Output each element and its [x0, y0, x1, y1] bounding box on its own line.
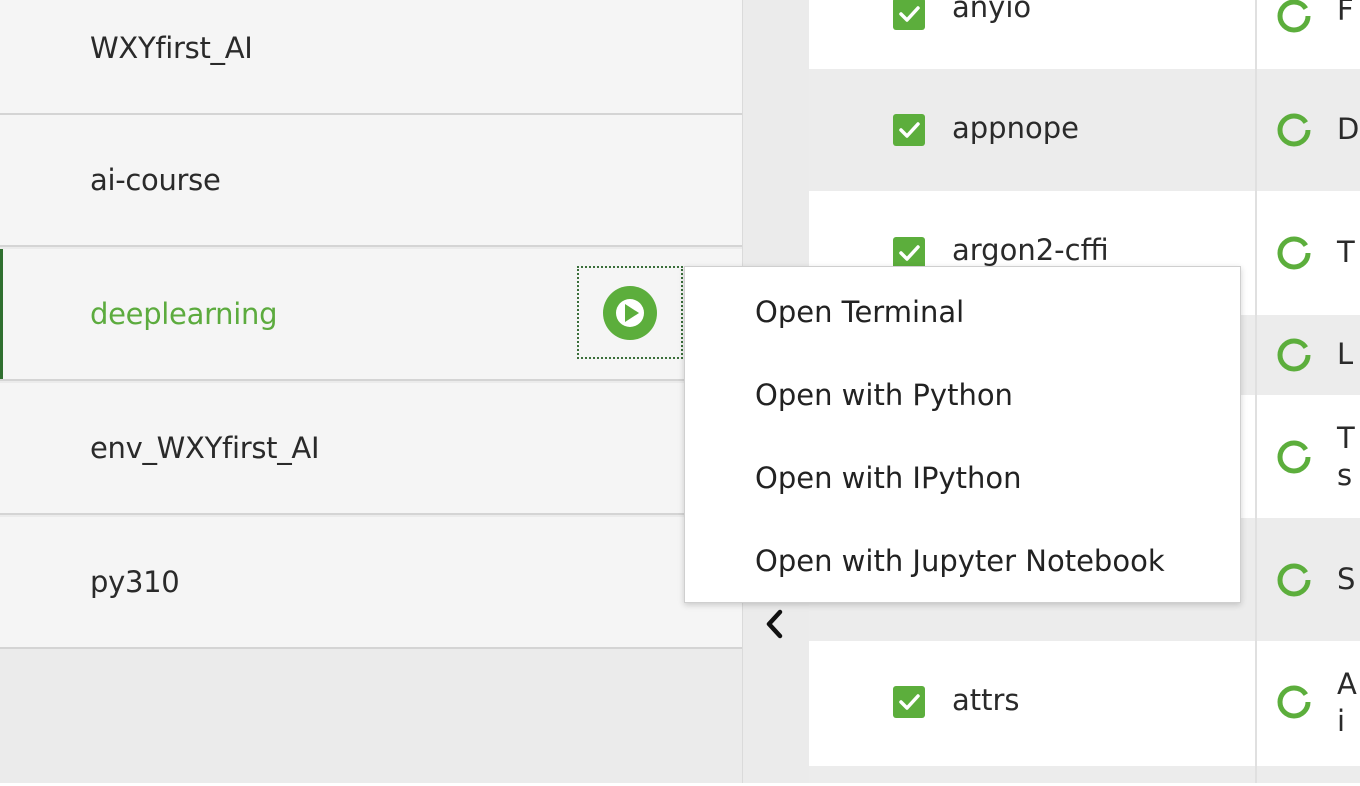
- package-description: D: [1337, 112, 1360, 146]
- loading-ring-icon: [1277, 0, 1311, 33]
- loading-ring-icon: [1277, 563, 1311, 597]
- package-checkbox[interactable]: [893, 0, 925, 30]
- package-checkbox[interactable]: [893, 114, 925, 146]
- context-menu: Open Terminal Open with Python Open with…: [684, 266, 1241, 603]
- package-name: anyio: [952, 0, 1032, 24]
- checkmark-icon: [899, 694, 920, 710]
- package-description: F: [1337, 0, 1354, 27]
- loading-ring-icon: [1277, 338, 1311, 372]
- env-item-env-wxyfirst-ai[interactable]: env_WXYfirst_AI: [0, 383, 742, 515]
- menu-item-open-with-jupyter-notebook[interactable]: Open with Jupyter Notebook: [685, 519, 1240, 602]
- chevron-left-icon[interactable]: [762, 606, 788, 642]
- menu-item-label: Open with Jupyter Notebook: [755, 543, 1165, 578]
- package-description: A: [1337, 667, 1357, 701]
- package-description: T: [1337, 235, 1355, 269]
- table-row: [809, 766, 1360, 783]
- env-item-wxyfirst-ai[interactable]: WXYfirst_AI: [0, 0, 742, 115]
- table-row: attrs A i: [809, 641, 1360, 766]
- env-item-label: WXYfirst_AI: [90, 31, 253, 65]
- package-description: i: [1337, 704, 1346, 738]
- package-name: attrs: [952, 683, 1020, 717]
- checkmark-icon: [899, 6, 920, 22]
- env-item-ai-course[interactable]: ai-course: [0, 115, 742, 247]
- play-circle-icon: [603, 285, 657, 340]
- env-item-label: env_WXYfirst_AI: [90, 431, 320, 465]
- package-description: T: [1337, 421, 1355, 455]
- menu-item-open-with-python[interactable]: Open with Python: [685, 353, 1240, 436]
- checkmark-icon: [899, 245, 920, 261]
- menu-item-label: Open with Python: [755, 377, 1013, 412]
- menu-item-open-with-ipython[interactable]: Open with IPython: [685, 436, 1240, 519]
- env-item-label: deeplearning: [90, 297, 278, 331]
- loading-ring-icon: [1277, 113, 1311, 147]
- checkmark-icon: [899, 122, 920, 138]
- package-checkbox[interactable]: [893, 686, 925, 718]
- package-description: L: [1337, 337, 1354, 371]
- menu-item-open-terminal[interactable]: Open Terminal: [685, 270, 1240, 353]
- env-item-py310[interactable]: py310: [0, 517, 742, 649]
- env-item-label: py310: [90, 565, 180, 599]
- package-description: s: [1337, 458, 1353, 492]
- package-name: appnope: [952, 111, 1079, 145]
- package-checkbox[interactable]: [893, 237, 925, 269]
- env-run-button[interactable]: [577, 266, 683, 359]
- package-description: S: [1337, 562, 1356, 596]
- environments-panel: WXYfirst_AI ai-course deeplearning env_W…: [0, 0, 742, 783]
- menu-item-label: Open Terminal: [755, 294, 965, 329]
- table-row: anyio F: [809, 0, 1360, 69]
- column-divider: [1255, 0, 1257, 783]
- env-item-deeplearning[interactable]: deeplearning: [0, 249, 742, 381]
- loading-ring-icon: [1277, 685, 1311, 719]
- loading-ring-icon: [1277, 440, 1311, 474]
- loading-ring-icon: [1277, 236, 1311, 270]
- table-row: appnope D: [809, 69, 1360, 191]
- menu-item-label: Open with IPython: [755, 460, 1022, 495]
- package-name: argon2-cffi: [952, 233, 1109, 267]
- env-item-label: ai-course: [90, 163, 221, 197]
